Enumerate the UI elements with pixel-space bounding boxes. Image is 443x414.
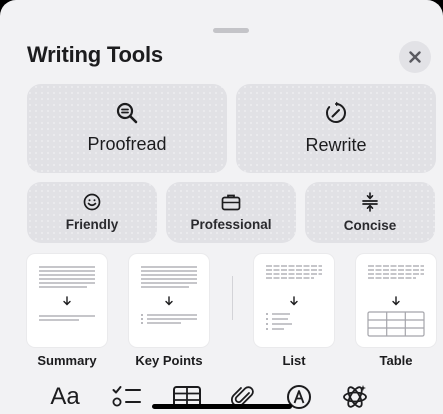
checklist-button[interactable] [111, 384, 143, 410]
list-label: List [282, 353, 306, 368]
rewrite-label: Rewrite [305, 135, 367, 155]
key-points-thumbnail[interactable] [129, 254, 209, 347]
proofread-label: Proofread [87, 134, 167, 154]
close-icon [409, 51, 421, 63]
sheet-grabber[interactable] [213, 28, 249, 33]
list-preview-icon [266, 265, 322, 330]
key-points-label: Key Points [135, 353, 203, 368]
table-preview-icon [367, 265, 425, 337]
smiley-icon [83, 193, 101, 211]
summary-label: Summary [37, 353, 97, 368]
concise-button[interactable]: Concise [305, 182, 435, 243]
compress-icon [362, 192, 378, 212]
rewrite-button[interactable]: Rewrite [236, 84, 436, 173]
key-points-preview-icon [141, 266, 197, 324]
list-thumbnail[interactable] [254, 254, 334, 347]
friendly-label: Friendly [65, 217, 119, 232]
home-indicator[interactable] [152, 404, 292, 409]
checklist-icon [112, 386, 141, 407]
professional-label: Professional [190, 217, 272, 232]
proofread-button[interactable]: Proofread [27, 84, 227, 173]
table-thumbnail[interactable] [356, 254, 436, 347]
sheet-title: Writing Tools [27, 42, 163, 67]
friendly-button[interactable]: Friendly [27, 182, 157, 243]
apple-intelligence-button[interactable] [340, 384, 370, 410]
apple-intelligence-icon [343, 385, 367, 408]
professional-button[interactable]: Professional [166, 182, 296, 243]
close-button[interactable] [399, 41, 431, 73]
table-label: Table [379, 353, 413, 368]
writing-tools-sheet: Writing Tools Proofread Rewrite Friendly… [0, 0, 443, 414]
format-divider [232, 276, 233, 320]
concise-label: Concise [343, 218, 397, 233]
briefcase-icon [221, 194, 241, 211]
summary-preview-icon [39, 266, 95, 321]
text-format-button[interactable]: Aa [48, 383, 82, 410]
summary-thumbnail[interactable] [27, 254, 107, 347]
magnify-text-icon [116, 102, 138, 124]
text-format-icon: Aa [50, 383, 80, 410]
rewrite-icon [326, 101, 346, 123]
